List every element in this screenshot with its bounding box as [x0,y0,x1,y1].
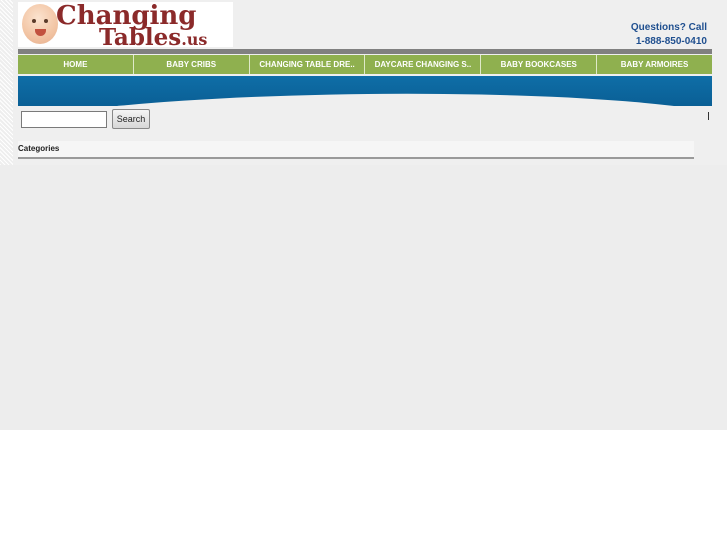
header-divider [18,49,712,54]
contact-label: Questions? Call [630,22,707,33]
eye-icon [32,19,36,23]
search-input[interactable] [21,111,107,128]
contact-block: Questions? Call 1-888-850-0410 [631,21,707,49]
eye-icon [44,19,48,23]
nav-item-baby-bookcases[interactable]: BABY BOOKCASES [481,55,598,74]
baby-face-icon [22,4,58,44]
header-banner [18,76,712,106]
categories-heading: Categories [18,141,694,159]
nav-item-home[interactable]: HOME [18,55,134,74]
nav-item-changing-table-dressers[interactable]: CHANGING TABLE DRE.. [249,55,366,74]
left-pattern-strip [0,0,13,165]
contact-phone: 1-888-850-0410 [635,36,707,47]
nav-item-baby-cribs[interactable]: BABY CRIBS [133,55,250,74]
banner-wave [18,89,712,106]
nav-item-baby-armoires[interactable]: BABY ARMOIRES [597,55,712,74]
logo-text-tld: .us [181,30,208,47]
logo-text-line2: Tables.us [99,24,207,47]
search-button[interactable]: Search [112,109,150,129]
site-logo[interactable]: Changing Tables.us [18,2,233,47]
nav-item-daycare-changing-stations[interactable]: DAYCARE CHANGING S.. [365,55,482,74]
main-navigation: HOME BABY CRIBS CHANGING TABLE DRE.. DAY… [18,55,712,74]
mouth-icon [35,29,46,36]
vertical-tick-mark [708,112,709,120]
logo-text-tables: Tables [99,24,182,47]
